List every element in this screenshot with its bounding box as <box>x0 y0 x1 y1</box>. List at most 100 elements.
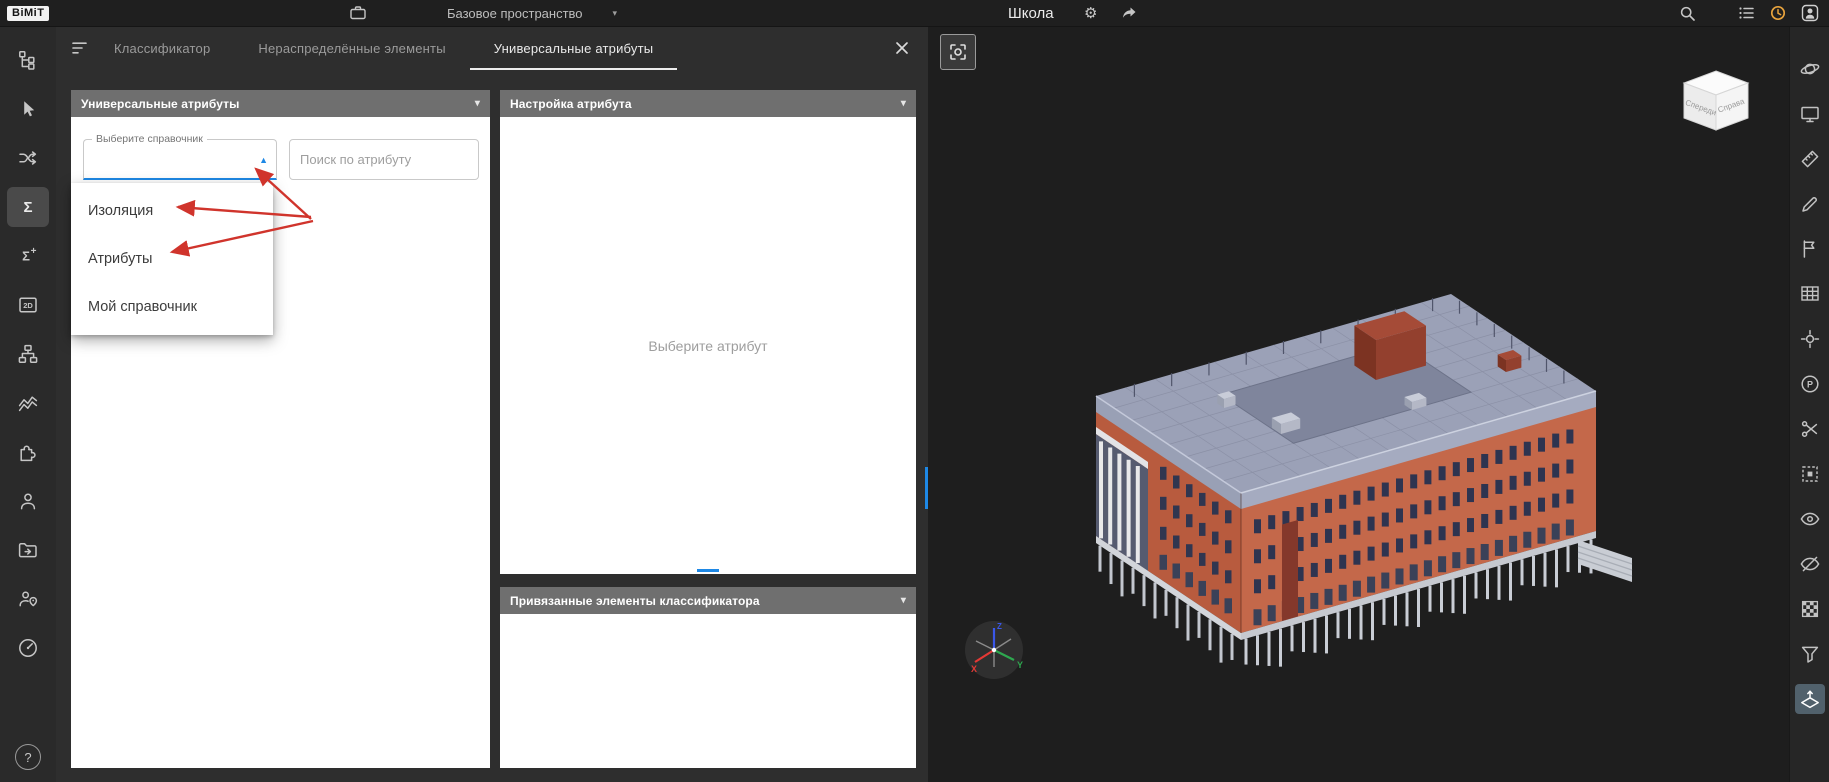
building-model[interactable] <box>1076 288 1656 698</box>
universal-attributes-header: Универсальные атрибуты ▾ <box>71 90 490 117</box>
tab-bar: Классификатор Нераспределённые элементы … <box>56 26 928 70</box>
vtool-visibility[interactable] <box>1795 504 1825 534</box>
history-button[interactable] <box>1769 4 1787 22</box>
app-logo-text: BiMiT <box>7 6 49 21</box>
screenshot-button[interactable] <box>940 34 976 70</box>
tool-users[interactable] <box>7 481 49 521</box>
tool-charts[interactable] <box>7 383 49 423</box>
help-button[interactable]: ? <box>15 744 41 770</box>
bimit-app: BiMiT Базовое пространство ▾ Школа ⚙ <box>0 0 1829 782</box>
hierarchy-icon <box>17 343 39 365</box>
top-bar: BiMiT Базовое пространство ▾ Школа ⚙ <box>0 0 1829 27</box>
linked-elements-panel: Привязанные элементы классификатора ▾ <box>500 587 916 768</box>
tool-hierarchy[interactable] <box>7 334 49 374</box>
panels-scrollbar[interactable] <box>925 467 928 509</box>
orbit-icon <box>1799 58 1821 80</box>
vtool-visibility-off[interactable] <box>1795 549 1825 579</box>
2d-view-icon: 2D <box>17 294 39 316</box>
attribute-search-input[interactable] <box>289 139 479 180</box>
tool-select[interactable] <box>7 89 49 129</box>
vtool-clip-plane[interactable] <box>1795 684 1825 714</box>
ruler-icon <box>1799 148 1821 170</box>
tab-universal-attributes[interactable]: Универсальные атрибуты <box>470 28 678 70</box>
share-button[interactable] <box>1120 0 1138 26</box>
svg-text:P: P <box>1806 379 1812 389</box>
search-icon <box>1679 5 1696 22</box>
collapse-chevron-icon[interactable]: ▾ <box>901 595 906 606</box>
puzzle-icon <box>17 441 39 463</box>
collapse-chevron-icon[interactable]: ▾ <box>901 98 906 109</box>
person-pin-icon <box>17 588 39 610</box>
circle-p-icon: P <box>1799 373 1821 395</box>
vtool-grid[interactable] <box>1795 279 1825 309</box>
settings-button[interactable]: ⚙ <box>1084 0 1097 26</box>
dropdown-option-isolation[interactable]: Изоляция <box>71 187 273 235</box>
vtool-transparency[interactable] <box>1795 594 1825 624</box>
universal-attributes-panel: Универсальные атрибуты ▾ Выберите справо… <box>71 90 490 768</box>
display-icon <box>1799 103 1821 125</box>
viewport-toolbar: P <box>1789 26 1829 782</box>
left-toolbar: Σ Σ + 2D <box>0 26 56 782</box>
linked-elements-header: Привязанные элементы классификатора ▾ <box>500 587 916 614</box>
tool-dashboards[interactable] <box>7 628 49 668</box>
svg-text:2D: 2D <box>23 301 33 310</box>
tool-add-attributes[interactable]: Σ + <box>7 236 49 276</box>
tool-user-locations[interactable] <box>7 579 49 619</box>
vtool-fit-view[interactable] <box>1795 99 1825 129</box>
reference-select[interactable]: Выберите справочник ▲ <box>83 139 277 180</box>
dropdown-option-attributes[interactable]: Атрибуты <box>71 235 273 283</box>
close-icon <box>894 40 910 56</box>
capture-region-icon <box>948 42 968 62</box>
attribute-settings-panel: Настройка атрибута ▾ Выберите атрибут <box>500 90 916 574</box>
vtool-section-box[interactable] <box>1795 459 1825 489</box>
tool-2d-view[interactable]: 2D <box>7 285 49 325</box>
svg-text:+: + <box>31 246 37 257</box>
tab-classifier[interactable]: Классификатор <box>90 28 234 70</box>
projects-button[interactable] <box>349 0 367 26</box>
grid-icon <box>1799 283 1821 305</box>
tool-universal-attributes[interactable]: Σ <box>7 187 49 227</box>
checker-icon <box>1799 598 1821 620</box>
axis-y-label: Y <box>1017 660 1023 670</box>
history-icon <box>1769 4 1787 22</box>
eye-icon <box>1799 508 1821 530</box>
sigma-plus-icon: Σ + <box>17 245 39 267</box>
collapse-chevron-icon[interactable]: ▾ <box>475 98 480 109</box>
close-panel-button[interactable] <box>894 26 910 70</box>
panel-resize-handle[interactable] <box>697 569 719 572</box>
tool-plugins[interactable] <box>7 432 49 472</box>
viewport-3d[interactable]: Спереди Справа X Y Z <box>928 26 1789 782</box>
tasks-list-button[interactable] <box>1738 5 1755 21</box>
dropdown-option-my-reference[interactable]: Мой справочник <box>71 283 273 331</box>
panels-menu-button[interactable] <box>70 26 90 70</box>
list-icon <box>1738 5 1755 21</box>
vtool-edit[interactable] <box>1795 189 1825 219</box>
vtool-measure[interactable] <box>1795 144 1825 174</box>
vtool-focus[interactable] <box>1795 324 1825 354</box>
tab-unallocated-elements[interactable]: Нераспределённые элементы <box>234 28 469 70</box>
vtool-filter[interactable] <box>1795 639 1825 669</box>
tool-model-tree[interactable] <box>7 40 49 80</box>
scissors-icon <box>1799 418 1821 440</box>
project-title: Школа <box>1008 0 1054 26</box>
chart-line-icon <box>17 392 39 414</box>
reference-dropdown: Изоляция Атрибуты Мой справочник <box>71 183 273 335</box>
caret-up-icon: ▲ <box>259 155 268 165</box>
vtool-walk-mode[interactable]: P <box>1795 369 1825 399</box>
vtool-orbit[interactable] <box>1795 54 1825 84</box>
attribute-settings-body: Выберите атрибут <box>500 117 916 574</box>
tool-connections[interactable] <box>7 138 49 178</box>
vtool-section-cut[interactable] <box>1795 414 1825 444</box>
universal-attributes-body: Выберите справочник ▲ Изоляция Атрибуты … <box>71 117 490 768</box>
tool-shared-folders[interactable] <box>7 530 49 570</box>
funnel-icon <box>1799 643 1821 665</box>
workspace-label: Базовое пространство <box>447 6 583 21</box>
vtool-flag[interactable] <box>1795 234 1825 264</box>
view-cube[interactable]: Спереди Справа <box>1674 68 1758 134</box>
account-button[interactable] <box>1801 4 1819 22</box>
axis-z-label: Z <box>997 622 1002 631</box>
axis-x-label: X <box>971 664 977 674</box>
workspace-selector[interactable]: Базовое пространство ▾ <box>447 0 617 26</box>
user-icon <box>1801 4 1819 22</box>
search-button[interactable] <box>1679 5 1696 22</box>
